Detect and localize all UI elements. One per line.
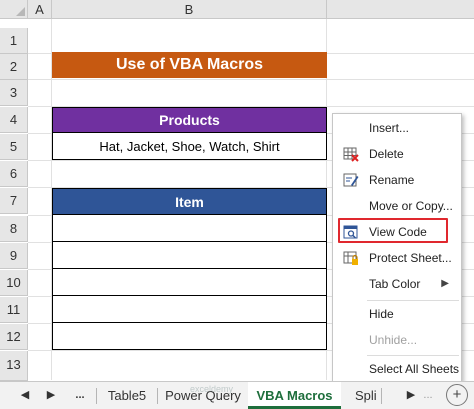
- menu-item-select-all-sheets[interactable]: Select All Sheets: [333, 356, 461, 382]
- row-header-8[interactable]: 8: [0, 216, 28, 242]
- tab-table5[interactable]: Table5: [97, 382, 157, 409]
- menu-item-protect-sheet[interactable]: Protect Sheet...: [333, 245, 461, 271]
- sheet-tab-bar: ◀ ▶ ... Table5 Power Query VBA Macros Sp…: [0, 381, 474, 409]
- tab-divider: [381, 388, 382, 404]
- menu-item-label: Unhide...: [369, 333, 418, 347]
- submenu-arrow-icon: ▶: [441, 278, 449, 289]
- menu-item-label: Rename: [369, 173, 415, 187]
- item-cell-row-12[interactable]: [52, 323, 327, 350]
- select-all-corner[interactable]: [0, 0, 28, 19]
- menu-item-label: Hide: [369, 307, 394, 321]
- menu-item-unhide: Unhide...: [333, 327, 461, 353]
- item-cell-row-11[interactable]: [52, 296, 327, 323]
- more-sheets-button[interactable]: ...: [70, 382, 90, 409]
- menu-item-label: Move or Copy...: [369, 199, 453, 213]
- item-cell-row-8[interactable]: [52, 215, 327, 242]
- rename-icon: [343, 172, 359, 188]
- row-header-13[interactable]: 13: [0, 351, 28, 381]
- menu-item-label: Tab Color: [369, 277, 421, 291]
- menu-item-label: Insert...: [369, 121, 410, 135]
- item-header-cell[interactable]: Item: [52, 188, 327, 215]
- watermark-logo: exceldemy: [190, 384, 234, 394]
- delete-sheet-icon: [343, 146, 359, 162]
- gridline: [28, 79, 474, 80]
- row-header-2[interactable]: 2: [0, 54, 28, 80]
- tab-split[interactable]: Spli: [341, 382, 381, 409]
- row-header-4[interactable]: 4: [0, 107, 28, 133]
- column-header-empty: [327, 0, 474, 19]
- menu-item-move-copy[interactable]: Move or Copy...: [333, 193, 461, 219]
- tab-vba-macros[interactable]: VBA Macros: [248, 382, 341, 409]
- title-cell[interactable]: Use of VBA Macros: [52, 52, 327, 78]
- menu-item-label: Protect Sheet...: [369, 251, 452, 265]
- next-sheet-button[interactable]: ▶: [44, 382, 58, 409]
- row-header-3[interactable]: 3: [0, 80, 28, 106]
- row-header-7[interactable]: 7: [0, 188, 28, 214]
- sheet-tab-context-menu: Insert... Delete Rename Move or Copy... …: [332, 113, 462, 382]
- menu-item-insert[interactable]: Insert...: [333, 115, 461, 141]
- view-code-highlight-box: [338, 218, 448, 243]
- products-header-cell[interactable]: Products: [52, 107, 327, 133]
- menu-item-rename[interactable]: Rename: [333, 167, 461, 193]
- prev-sheet-button[interactable]: ◀: [18, 382, 32, 409]
- products-value-cell[interactable]: Hat, Jacket, Shoe, Watch, Shirt: [52, 133, 327, 160]
- column-header-b[interactable]: B: [52, 0, 327, 19]
- column-header-a[interactable]: A: [28, 0, 52, 19]
- row-header-6[interactable]: 6: [0, 161, 28, 187]
- item-cell-row-10[interactable]: [52, 269, 327, 296]
- row-header-5[interactable]: 5: [0, 134, 28, 160]
- add-sheet-button[interactable]: +: [446, 384, 468, 406]
- row-header-12[interactable]: 12: [0, 324, 28, 350]
- menu-item-hide[interactable]: Hide: [333, 301, 461, 327]
- corner-triangle: [16, 7, 25, 16]
- protect-sheet-icon: [343, 250, 359, 266]
- row-header-1[interactable]: 1: [0, 28, 28, 54]
- scroll-tabs-right-button[interactable]: ▶: [404, 382, 418, 409]
- menu-item-delete[interactable]: Delete: [333, 141, 461, 167]
- tabs-more-ellipsis[interactable]: ...: [421, 382, 435, 409]
- row-header-9[interactable]: 9: [0, 243, 28, 269]
- menu-item-tab-color[interactable]: Tab Color ▶: [333, 271, 461, 297]
- menu-item-label: Delete: [369, 147, 404, 161]
- item-cell-row-9[interactable]: [52, 242, 327, 269]
- menu-item-label: Select All Sheets: [369, 362, 460, 376]
- row-header-10[interactable]: 10: [0, 270, 28, 296]
- row-header-11[interactable]: 11: [0, 297, 28, 323]
